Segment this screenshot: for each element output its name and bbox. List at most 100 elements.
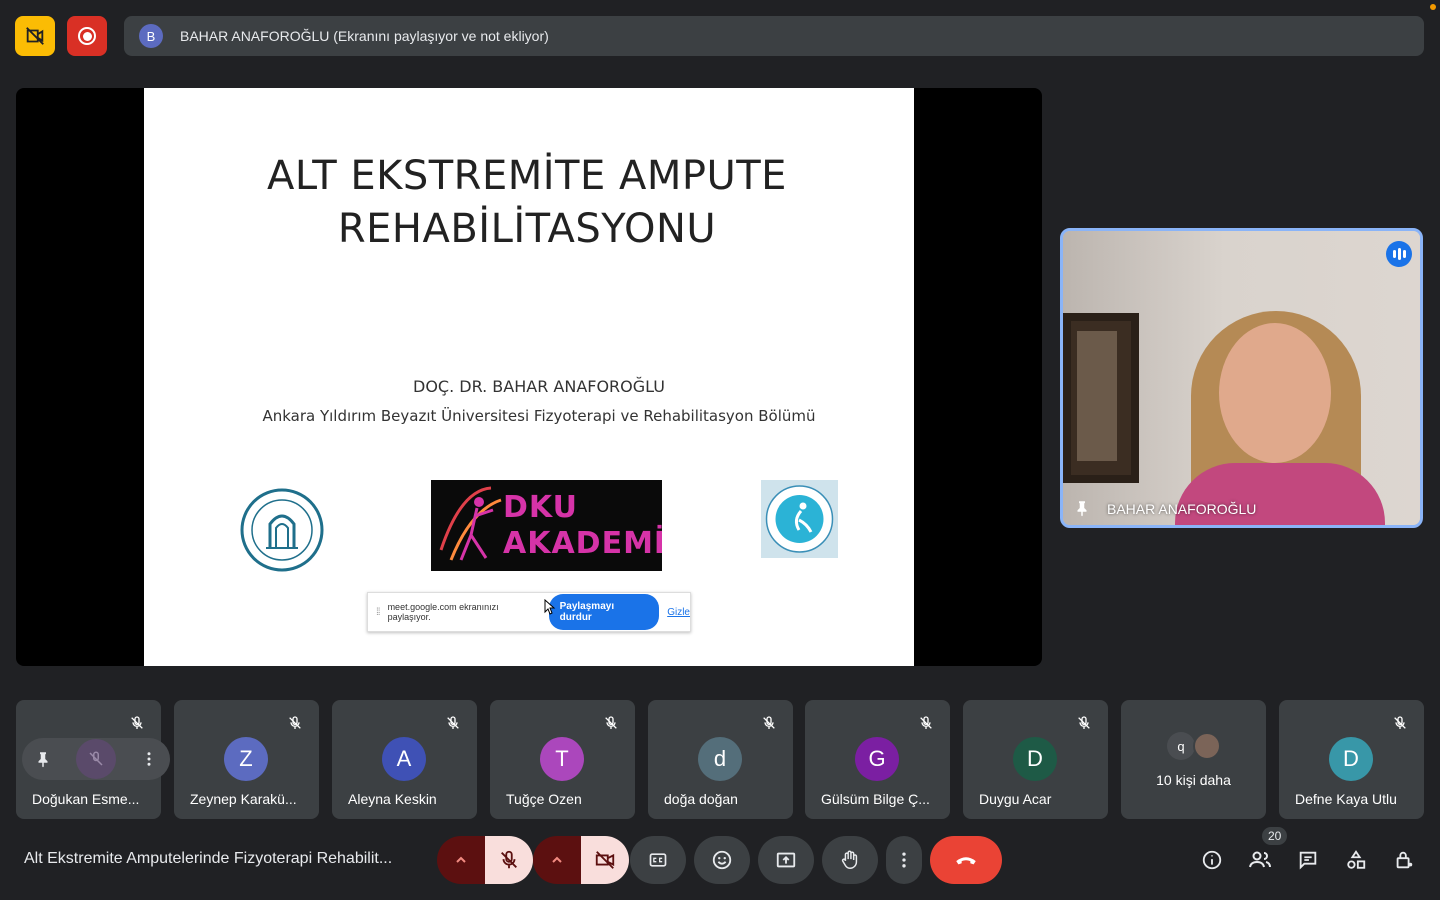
slide-author: DOÇ. DR. BAHAR ANAFOROĞLU bbox=[413, 377, 665, 396]
camera-control bbox=[533, 836, 629, 884]
info-icon bbox=[1202, 850, 1222, 870]
recording-button[interactable] bbox=[67, 16, 107, 56]
raise-hand-button[interactable] bbox=[822, 836, 878, 884]
leave-call-button[interactable] bbox=[930, 836, 1002, 884]
participant-tile[interactable]: D Defne Kaya Utlu bbox=[1279, 700, 1424, 819]
participant-tile[interactable]: T Tuğçe Ozen bbox=[490, 700, 635, 819]
chat-icon bbox=[1299, 851, 1317, 870]
mic-off-icon bbox=[1394, 716, 1406, 729]
drag-handle-icon[interactable]: ⁞⁞ bbox=[376, 607, 380, 618]
activities-button[interactable] bbox=[1342, 846, 1370, 874]
notification-dot bbox=[1430, 4, 1436, 10]
participant-tile[interactable]: G Gülsüm Bilge Ç... bbox=[805, 700, 950, 819]
present-screen-icon bbox=[776, 852, 796, 868]
slide: ALT EKSTREMİTE AMPUTE REHABİLİTASYONU DO… bbox=[144, 88, 914, 666]
mic-off-icon bbox=[920, 716, 932, 729]
present-screen-button[interactable] bbox=[758, 836, 814, 884]
activities-icon bbox=[1347, 850, 1366, 869]
mic-off-icon bbox=[763, 716, 775, 729]
mic-off-icon bbox=[89, 751, 103, 766]
mouse-cursor-icon bbox=[544, 599, 556, 615]
reactions-button[interactable] bbox=[694, 836, 750, 884]
hide-link[interactable]: Gizle bbox=[667, 607, 690, 618]
mic-off-icon bbox=[447, 716, 459, 729]
presentation-stage[interactable]: ALT EKSTREMİTE AMPUTE REHABİLİTASYONU DO… bbox=[16, 88, 1042, 666]
participant-name: Doğukan Esme... bbox=[32, 791, 140, 807]
share-notice-text: meet.google.com ekranınızı paylaşıyor. bbox=[387, 602, 499, 622]
mic-off-icon bbox=[131, 716, 143, 729]
mute-participant-button[interactable] bbox=[76, 739, 116, 779]
more-options-icon[interactable] bbox=[140, 750, 158, 768]
mic-options-button[interactable] bbox=[437, 836, 485, 884]
camera-options-button[interactable] bbox=[533, 836, 581, 884]
microphone-control bbox=[437, 836, 533, 884]
participant-avatar: D bbox=[1329, 737, 1373, 781]
camera-off-icon bbox=[595, 851, 615, 869]
participant-tile[interactable]: A Aleyna Keskin bbox=[332, 700, 477, 819]
video-person-face bbox=[1219, 323, 1331, 463]
slide-title: ALT EKSTREMİTE AMPUTE REHABİLİTASYONU bbox=[267, 153, 787, 252]
pin-icon[interactable] bbox=[1073, 499, 1091, 517]
more-participants-tile[interactable]: q 10 kişi daha bbox=[1121, 700, 1266, 819]
video-background-mirror bbox=[1063, 313, 1139, 483]
participant-tile[interactable]: Doğukan Esme... bbox=[16, 700, 170, 819]
people-button[interactable] bbox=[1246, 846, 1274, 874]
dku-text-line2: AKADEMİ bbox=[503, 526, 662, 561]
participant-name: Aleyna Keskin bbox=[348, 791, 437, 807]
camera-off-icon bbox=[26, 27, 44, 45]
meeting-details-button[interactable] bbox=[1198, 846, 1226, 874]
stop-sharing-button[interactable]: Paylaşmayı durdur bbox=[548, 594, 660, 630]
captions-icon bbox=[649, 853, 667, 867]
participant-tile[interactable]: D Duygu Acar bbox=[963, 700, 1108, 819]
chevron-up-icon bbox=[456, 856, 466, 863]
participant-name: Zeynep Karakü... bbox=[190, 791, 297, 807]
participant-name: Defne Kaya Utlu bbox=[1295, 791, 1397, 807]
mic-off-icon bbox=[289, 716, 301, 729]
participant-avatar: Z bbox=[224, 737, 268, 781]
people-count-badge: 20 bbox=[1262, 827, 1288, 845]
share-notice-bar: ⁞⁞ meet.google.com ekranınızı paylaşıyor… bbox=[367, 592, 691, 632]
lock-person-icon bbox=[1396, 851, 1413, 869]
dku-akademi-logo: DKU AKADEMİ bbox=[431, 480, 662, 571]
participant-avatar: G bbox=[855, 737, 899, 781]
participant-avatar: D bbox=[1013, 737, 1057, 781]
presenter-bar[interactable]: B BAHAR ANAFOROĞLU (Ekranını paylaşıyor … bbox=[124, 16, 1424, 56]
chevron-up-icon bbox=[552, 856, 562, 863]
participant-photo-avatar bbox=[1193, 732, 1221, 760]
participant-tile[interactable]: Z Zeynep Karakü... bbox=[174, 700, 319, 819]
slide-institution: Ankara Yıldırım Beyazıt Üniversitesi Fiz… bbox=[262, 407, 816, 425]
hand-icon bbox=[841, 850, 858, 869]
pin-icon[interactable] bbox=[34, 750, 52, 768]
mic-off-icon bbox=[501, 850, 517, 869]
more-options-button[interactable] bbox=[886, 836, 922, 884]
participant-avatar: d bbox=[698, 737, 742, 781]
participant-tile[interactable]: d doğa doğan bbox=[648, 700, 793, 819]
participant-avatar: T bbox=[540, 737, 584, 781]
participant-avatar: A bbox=[382, 737, 426, 781]
mic-off-icon bbox=[605, 716, 617, 729]
mic-off-icon bbox=[1078, 716, 1090, 729]
recording-icon bbox=[78, 27, 96, 45]
participant-name: Duygu Acar bbox=[979, 791, 1052, 807]
people-icon bbox=[1249, 851, 1271, 868]
phone-hangup-icon bbox=[956, 857, 976, 865]
participant-name: doğa doğan bbox=[664, 791, 738, 807]
speaking-indicator-icon bbox=[1386, 241, 1412, 267]
tile-hover-controls bbox=[22, 738, 170, 780]
host-controls-button[interactable] bbox=[1390, 846, 1418, 874]
university-seal-logo bbox=[240, 488, 324, 572]
participant-name: Gülsüm Bilge Ç... bbox=[821, 791, 930, 807]
microphone-toggle-button[interactable] bbox=[485, 836, 533, 884]
participant-name: Tuğçe Ozen bbox=[506, 791, 582, 807]
emoji-icon bbox=[712, 850, 732, 870]
speaker-name: BAHAR ANAFOROĞLU bbox=[1107, 501, 1257, 517]
captions-button[interactable] bbox=[630, 836, 686, 884]
more-participants-avatars: q bbox=[1167, 732, 1221, 760]
camera-toggle-button[interactable] bbox=[581, 836, 629, 884]
speaker-tile[interactable]: BAHAR ANAFOROĞLU bbox=[1060, 228, 1423, 528]
presenter-status: BAHAR ANAFOROĞLU (Ekranını paylaşıyor ve… bbox=[180, 28, 549, 44]
camera-off-button[interactable] bbox=[15, 16, 55, 56]
presenter-avatar: B bbox=[139, 24, 163, 48]
participant-avatar: q bbox=[1167, 732, 1195, 760]
chat-button[interactable] bbox=[1294, 846, 1322, 874]
